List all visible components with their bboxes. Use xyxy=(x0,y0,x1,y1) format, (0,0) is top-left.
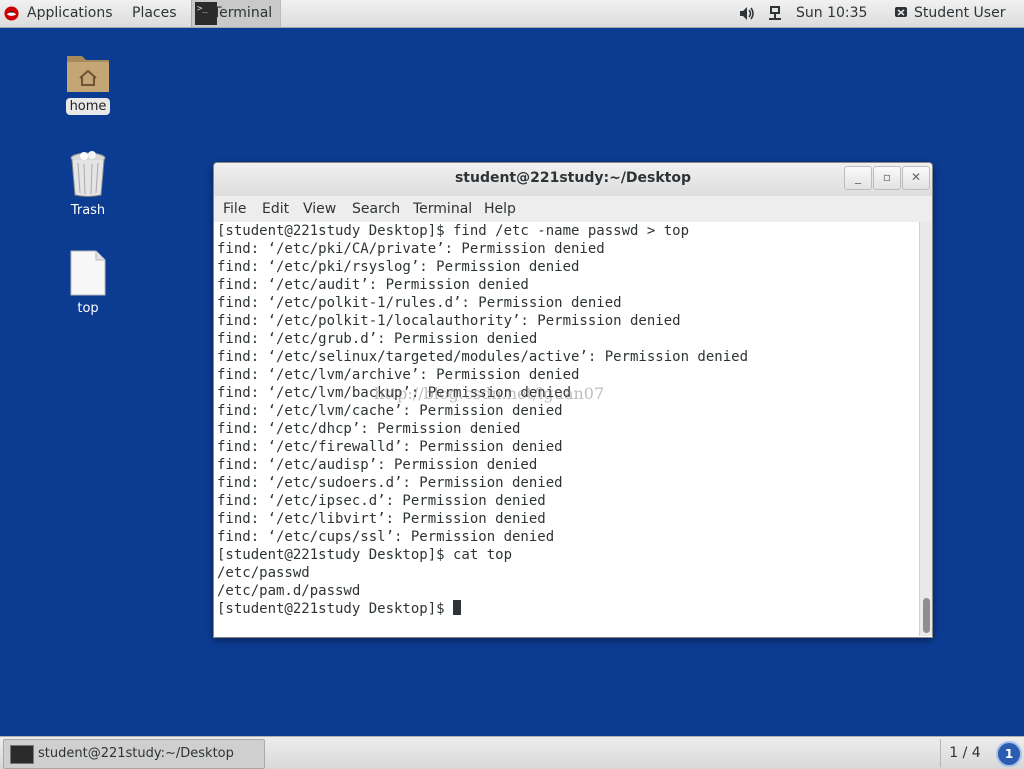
top-panel: Applications Places Terminal Sun 10:35 S… xyxy=(0,0,1024,28)
user-icon xyxy=(895,7,907,17)
file-icon xyxy=(70,250,106,296)
terminal-line: find: ‘/etc/pki/CA/private’: Permission … xyxy=(217,241,605,257)
desktop-icon-trash[interactable]: Trash xyxy=(48,150,128,219)
terminal-app-label: Terminal xyxy=(213,5,273,21)
terminal-output[interactable]: [student@221study Desktop]$ find /etc -n… xyxy=(214,222,919,636)
desktop-icon-label: home xyxy=(65,98,111,115)
user-menu[interactable]: Student User xyxy=(914,0,1005,27)
terminal-line: /etc/passwd xyxy=(217,565,310,581)
bottom-panel: student@221study:~/Desktop 1 / 4 1 xyxy=(0,736,1024,769)
terminal-line: find: ‘/etc/polkit-1/localauthority’: Pe… xyxy=(217,313,681,329)
terminal-line: find: ‘/etc/audisp’: Permission denied xyxy=(217,457,538,473)
scrollbar[interactable] xyxy=(919,222,932,636)
terminal-window[interactable]: student@221study:~/Desktop _ ▫ ✕ File Ed… xyxy=(213,162,933,638)
terminal-line: find: ‘/etc/selinux/targeted/modules/act… xyxy=(217,349,749,365)
terminal-line: [student@221study Desktop]$ cat top xyxy=(217,547,513,563)
window-title: student@221study:~/Desktop xyxy=(454,170,692,186)
trash-icon xyxy=(70,151,106,197)
scrollbar-thumb[interactable] xyxy=(923,598,930,633)
terminal-line: find: ‘/etc/pki/rsyslog’: Permission den… xyxy=(217,259,580,275)
maximize-button[interactable]: ▫ xyxy=(873,166,901,190)
menu-help[interactable]: Help xyxy=(484,196,516,222)
terminal-line: find: ‘/etc/dhcp’: Permission denied xyxy=(217,421,521,437)
taskbar-item-terminal[interactable]: student@221study:~/Desktop xyxy=(3,739,265,769)
terminal-line: find: ‘/etc/polkit-1/rules.d’: Permissio… xyxy=(217,295,622,311)
places-menu[interactable]: Places xyxy=(132,0,177,27)
text-cursor xyxy=(453,600,462,615)
menubar: File Edit View Search Terminal Help xyxy=(214,196,932,222)
terminal-line: find: ‘/etc/cups/ssl’: Permission denied xyxy=(217,529,555,545)
terminal-line: find: ‘/etc/lvm/cache’: Permission denie… xyxy=(217,403,563,419)
menu-view[interactable]: View xyxy=(303,196,336,222)
window-titlebar[interactable]: student@221study:~/Desktop xyxy=(214,163,932,196)
menu-file[interactable]: File xyxy=(223,196,246,222)
terminal-app-button[interactable]: Terminal xyxy=(191,0,281,27)
network-icon[interactable] xyxy=(767,5,783,22)
terminal-line: find: ‘/etc/grub.d’: Permission denied xyxy=(217,331,538,347)
desktop-icon-home[interactable]: home xyxy=(48,50,128,115)
terminal-prompt-line[interactable]: [student@221study Desktop]$ xyxy=(217,600,462,618)
clock[interactable]: Sun 10:35 xyxy=(796,0,867,27)
terminal-line: find: ‘/etc/ipsec.d’: Permission denied xyxy=(217,493,546,509)
volume-icon[interactable] xyxy=(739,6,755,21)
menu-edit[interactable]: Edit xyxy=(262,196,289,222)
workspace-switcher[interactable]: 1 / 4 xyxy=(940,739,989,767)
close-button[interactable]: ✕ xyxy=(902,166,930,190)
desktop-icon-top-file[interactable]: top xyxy=(48,250,128,317)
close-icon: ✕ xyxy=(910,170,922,184)
minimize-icon: _ xyxy=(855,170,861,184)
home-folder-icon xyxy=(67,56,109,92)
menu-search[interactable]: Search xyxy=(352,196,400,222)
terminal-line: /etc/pam.d/passwd xyxy=(217,583,361,599)
minimize-button[interactable]: _ xyxy=(844,166,872,190)
menu-terminal[interactable]: Terminal xyxy=(413,196,472,222)
terminal-line: find: ‘/etc/lvm/archive’: Permission den… xyxy=(217,367,580,383)
taskbar-item-label: student@221study:~/Desktop xyxy=(38,746,234,761)
notification-badge[interactable]: 1 xyxy=(996,741,1022,767)
terminal-line: find: ‘/etc/libvirt’: Permission denied xyxy=(217,511,546,527)
redhat-logo-icon[interactable] xyxy=(4,6,19,21)
terminal-line: find: ‘/etc/firewalld’: Permission denie… xyxy=(217,439,563,455)
terminal-icon xyxy=(10,745,34,764)
desktop-icon-label: Trash xyxy=(70,203,106,218)
desktop-icon-label: top xyxy=(77,301,99,316)
applications-menu[interactable]: Applications xyxy=(27,0,113,27)
maximize-icon: ▫ xyxy=(882,170,892,184)
terminal-prompt: [student@221study Desktop]$ xyxy=(217,601,454,617)
watermark: http://blog.csdn.net/lguan07 xyxy=(374,384,605,403)
terminal-line: [student@221study Desktop]$ find /etc -n… xyxy=(217,223,690,239)
terminal-line: find: ‘/etc/audit’: Permission denied xyxy=(217,277,529,293)
terminal-line: find: ‘/etc/sudoers.d’: Permission denie… xyxy=(217,475,563,491)
